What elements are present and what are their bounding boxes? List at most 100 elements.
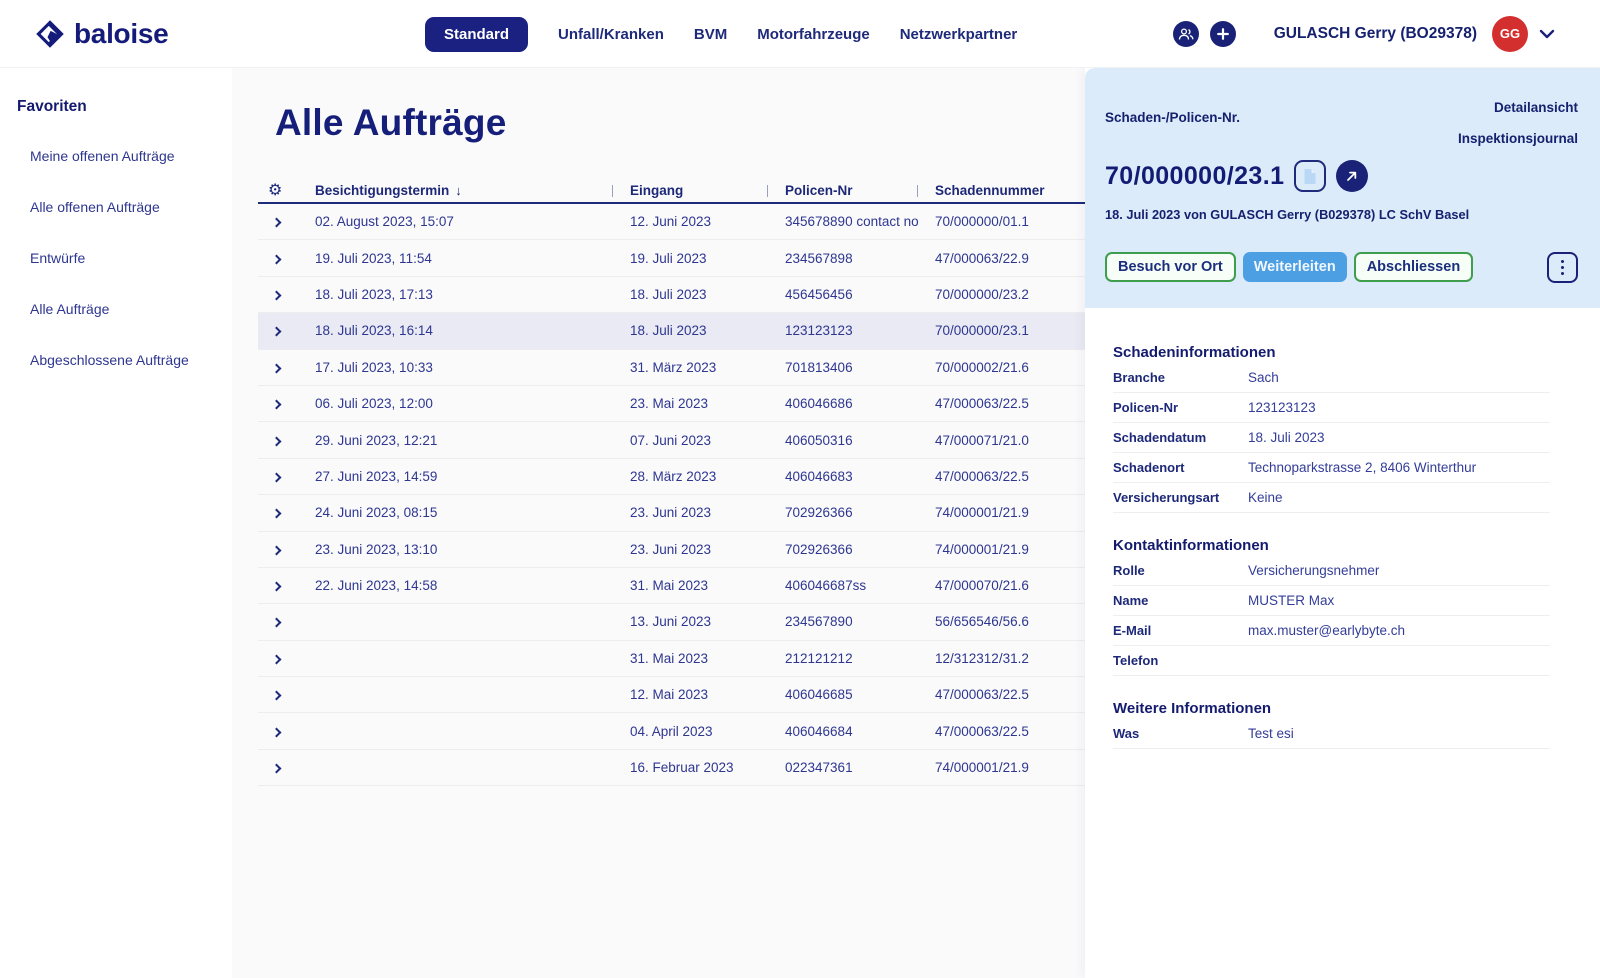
section-schadeninformationen: SchadeninformationenBrancheSachPolicen-N… xyxy=(1113,344,1550,513)
ref-label: Schaden-/Policen-Nr. xyxy=(1105,110,1240,125)
chevron-right-icon[interactable] xyxy=(272,509,282,519)
detail-label: Rolle xyxy=(1113,563,1248,578)
chevron-right-icon[interactable] xyxy=(272,618,282,628)
cell-eingang: 31. Mai 2023 xyxy=(630,651,785,666)
cell-policen-nr: 406046684 xyxy=(785,724,935,739)
chevron-right-icon[interactable] xyxy=(272,254,282,264)
chevron-right-icon[interactable] xyxy=(272,436,282,446)
detail-row: BrancheSach xyxy=(1113,363,1550,393)
baloise-logo[interactable]: baloise xyxy=(35,18,168,50)
cell-eingang: 13. Juni 2023 xyxy=(630,614,785,629)
cell-policen-nr: 406046687ss xyxy=(785,578,935,593)
cell-besichtigungstermin: 22. Juni 2023, 14:58 xyxy=(315,578,630,593)
cell-eingang: 31. März 2023 xyxy=(630,360,785,375)
cell-policen-nr: 406046683 xyxy=(785,469,935,484)
tab-bvm[interactable]: BVM xyxy=(694,17,727,52)
cell-policen-nr: 022347361 xyxy=(785,760,935,775)
claim-panel: Schaden-/Policen-Nr. Detailansicht Inspe… xyxy=(1085,68,1600,978)
chevron-right-icon[interactable] xyxy=(272,218,282,228)
besuch-vor-ort-button[interactable]: Besuch vor Ort xyxy=(1105,252,1236,282)
gear-icon[interactable]: ⚙ xyxy=(258,182,282,199)
chevron-right-icon[interactable] xyxy=(272,654,282,664)
open-claim-button[interactable] xyxy=(1336,160,1368,192)
inspektionsjournal-link[interactable]: Inspektionsjournal xyxy=(1458,123,1578,154)
detail-row: WasTest esi xyxy=(1113,719,1550,749)
sidebar-item-alle-aufträge[interactable]: Alle Aufträge xyxy=(17,283,232,334)
detail-label: Branche xyxy=(1113,370,1248,385)
sidebar-item-abgeschlossene-aufträge[interactable]: Abgeschlossene Aufträge xyxy=(17,334,232,385)
section-title: Weitere Informationen xyxy=(1113,700,1550,717)
cell-eingang: 18. Juli 2023 xyxy=(630,287,785,302)
cell-eingang: 23. Mai 2023 xyxy=(630,396,785,411)
chevron-right-icon[interactable] xyxy=(272,545,282,555)
chevron-right-icon[interactable] xyxy=(272,472,282,482)
tab-standard[interactable]: Standard xyxy=(425,17,528,52)
detail-row: RolleVersicherungsnehmer xyxy=(1113,556,1550,586)
detail-label: Schadendatum xyxy=(1113,430,1248,445)
sidebar-items: Meine offenen AufträgeAlle offenen Auftr… xyxy=(17,130,232,385)
sort-desc-icon: ↓ xyxy=(455,183,462,198)
add-button[interactable] xyxy=(1210,21,1236,47)
detail-row: NameMUSTER Max xyxy=(1113,586,1550,616)
cell-besichtigungstermin: 27. Juni 2023, 14:59 xyxy=(315,469,630,484)
cell-policen-nr: 123123123 xyxy=(785,323,935,338)
chevron-right-icon[interactable] xyxy=(272,400,282,410)
contacts-button[interactable] xyxy=(1173,21,1199,47)
main-nav: Standard Unfall/Kranken BVM Motorfahrzeuge N… xyxy=(425,0,1017,68)
weiterleiten-button[interactable]: Weiterleiten xyxy=(1243,252,1347,282)
claim-actions: Besuch vor OrtWeiterleitenAbschliessen xyxy=(1105,252,1473,282)
detail-value: Keine xyxy=(1248,490,1550,505)
ref-row: 70/000000/23.1 xyxy=(1105,160,1368,192)
cell-policen-nr: 234567890 xyxy=(785,614,935,629)
avatar[interactable]: GG xyxy=(1492,16,1528,52)
column-policen-nr[interactable]: Policen-Nr xyxy=(785,183,935,198)
tab-unfall-kranken[interactable]: Unfall/Kranken xyxy=(558,17,664,52)
column-eingang[interactable]: Eingang xyxy=(630,183,785,198)
copy-document-icon xyxy=(1303,168,1317,185)
cell-besichtigungstermin: 19. Juli 2023, 11:54 xyxy=(315,251,630,266)
cell-policen-nr: 345678890 contact no xyxy=(785,214,935,229)
detail-label: Telefon xyxy=(1113,653,1248,668)
chevron-right-icon[interactable] xyxy=(272,327,282,337)
detail-value: MUSTER Max xyxy=(1248,593,1550,608)
claim-number: 70/000000/23.1 xyxy=(1105,162,1284,191)
cell-eingang: 19. Juli 2023 xyxy=(630,251,785,266)
cell-policen-nr: 702926366 xyxy=(785,542,935,557)
claim-panel-header: Schaden-/Policen-Nr. Detailansicht Inspe… xyxy=(1085,68,1600,308)
top-right-group: GULASCH Gerry (BO29378) GG xyxy=(1162,16,1600,52)
tab-netzwerkpartner[interactable]: Netzwerkpartner xyxy=(900,17,1018,52)
top-bar: baloise Standard Unfall/Kranken BVM Motorfa… xyxy=(0,0,1600,68)
cell-policen-nr: 234567898 xyxy=(785,251,935,266)
more-options-button[interactable] xyxy=(1547,252,1578,283)
baloise-diamond-icon xyxy=(35,19,65,49)
detail-value: 123123123 xyxy=(1248,400,1550,415)
chevron-right-icon[interactable] xyxy=(272,363,282,373)
detailansicht-link[interactable]: Detailansicht xyxy=(1458,92,1578,123)
sidebar-item-entwürfe[interactable]: Entwürfe xyxy=(17,232,232,283)
tab-motorfahrzeuge[interactable]: Motorfahrzeuge xyxy=(757,17,870,52)
section-weitere-informationen: Weitere Informationen WasTest esi xyxy=(1113,700,1550,749)
user-name[interactable]: GULASCH Gerry (BO29378) xyxy=(1274,25,1477,43)
sidebar-item-alle-offenen-aufträge[interactable]: Alle offenen Aufträge xyxy=(17,181,232,232)
chevron-down-icon[interactable] xyxy=(1539,29,1555,39)
detail-row: Policen-Nr123123123 xyxy=(1113,393,1550,423)
detail-row: SchadenortTechnoparkstrasse 2, 8406 Wint… xyxy=(1113,453,1550,483)
detail-value: Test esi xyxy=(1248,726,1550,741)
detail-row: E-Mailmax.muster@earlybyte.ch xyxy=(1113,616,1550,646)
detail-value: Versicherungsnehmer xyxy=(1248,563,1550,578)
detail-row: VersicherungsartKeine xyxy=(1113,483,1550,513)
chevron-right-icon[interactable] xyxy=(272,727,282,737)
sidebar-item-meine-offenen-aufträge[interactable]: Meine offenen Aufträge xyxy=(17,130,232,181)
chevron-right-icon[interactable] xyxy=(272,582,282,592)
detail-label: Was xyxy=(1113,726,1248,741)
cell-besichtigungstermin: 18. Juli 2023, 16:14 xyxy=(315,323,630,338)
cell-eingang: 12. Juni 2023 xyxy=(630,214,785,229)
chevron-right-icon[interactable] xyxy=(272,691,282,701)
abschliessen-button[interactable]: Abschliessen xyxy=(1354,252,1474,282)
cell-besichtigungstermin: 23. Juni 2023, 13:10 xyxy=(315,542,630,557)
detail-label: Name xyxy=(1113,593,1248,608)
copy-button[interactable] xyxy=(1294,160,1326,192)
chevron-right-icon[interactable] xyxy=(272,764,282,774)
chevron-right-icon[interactable] xyxy=(272,291,282,301)
column-besichtigungstermin[interactable]: Besichtigungstermin↓ xyxy=(315,183,630,198)
